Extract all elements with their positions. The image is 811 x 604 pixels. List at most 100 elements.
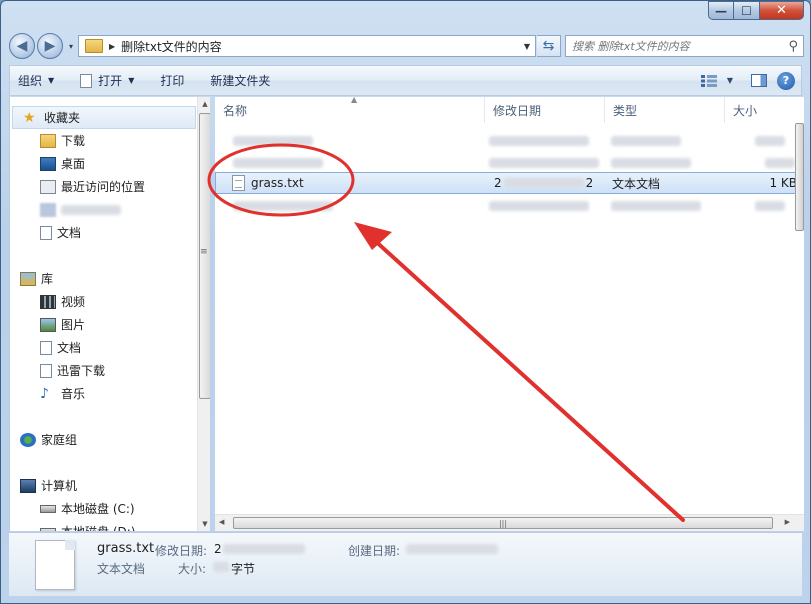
chevron-down-icon: ▼ (48, 76, 55, 85)
file-name: grass.txt (251, 176, 304, 190)
sidebar-favorites[interactable]: ★ 收藏夹 (12, 106, 196, 129)
sidebar-item-library-documents[interactable]: 文档 (10, 336, 198, 359)
sidebar-item-downloads[interactable]: 下载 (10, 129, 198, 152)
column-header-size[interactable]: 大小 (725, 97, 804, 123)
file-date-prefix: 2 (494, 176, 502, 190)
open-label: 打开 (98, 74, 123, 88)
sidebar-item-label: 本地磁盘 (D:) (61, 523, 135, 531)
details-size-unit: 字节 (231, 562, 256, 576)
navigation-tree: ★ 收藏夹 下载 桌面 最近访问的位置 文档 库 视频 图片 文档 迅雷下载 ♪… (10, 97, 198, 531)
details-modified-value: 2 (214, 542, 222, 556)
details-size-label: 大小: (178, 562, 207, 576)
scroll-right-arrow-icon[interactable]: ▶ (785, 518, 790, 526)
scroll-down-arrow-icon[interactable]: ▼ (200, 520, 210, 528)
blurred-created-date (406, 544, 498, 554)
sidebar-item-drive-d[interactable]: 本地磁盘 (D:) (10, 520, 198, 531)
address-bar[interactable]: ▶ 删除txt文件的内容 ▼ (78, 35, 536, 57)
star-icon: ★ (23, 109, 36, 126)
minimize-button[interactable]: — (708, 1, 734, 20)
chevron-down-icon[interactable]: ▼ (128, 76, 134, 85)
hard-drive-icon (40, 527, 56, 531)
recent-pages-dropdown-icon[interactable]: ▾ (65, 42, 77, 51)
sidebar-item-desktop[interactable]: 桌面 (10, 152, 198, 175)
blurred-modified-date (223, 544, 305, 554)
file-type-cell: 文本文档 (612, 176, 661, 191)
column-header-date[interactable]: 修改日期 (485, 97, 605, 123)
desktop-icon (40, 156, 56, 171)
list-item[interactable] (215, 130, 804, 152)
details-file-name: grass.txt (97, 541, 155, 556)
text-file-icon (232, 175, 245, 191)
file-list-vertical-scrollbar[interactable] (795, 123, 804, 231)
sidebar-item-pictures[interactable]: 图片 (10, 313, 198, 336)
organize-label: 组织 (18, 74, 43, 88)
file-list-horizontal-scrollbar[interactable]: ◀ ||| ▶ (215, 514, 804, 531)
sidebar-homegroup[interactable]: 家庭组 (10, 428, 198, 451)
folder-icon (85, 39, 103, 53)
preview-pane-icon[interactable] (751, 74, 767, 87)
refresh-icon: ⇆ (542, 38, 555, 54)
help-icon[interactable]: ? (777, 71, 795, 90)
search-input[interactable] (572, 39, 772, 53)
list-item[interactable] (215, 195, 804, 217)
computer-icon (20, 478, 36, 493)
document-icon (40, 225, 52, 240)
maximize-button[interactable]: ☐ (734, 1, 760, 20)
sidebar-item-blurred[interactable] (10, 198, 198, 221)
blurred-type (611, 201, 701, 211)
sidebar-item-videos[interactable]: 视频 (10, 290, 198, 313)
picture-icon (40, 317, 56, 332)
hard-drive-icon (40, 504, 56, 513)
details-pane: grass.txt 修改日期: 2 创建日期: 文本文档 大小: 字节 (9, 532, 802, 596)
recent-places-icon (40, 179, 56, 194)
blurred-item-icon (40, 202, 56, 217)
blurred-date (489, 201, 589, 211)
column-header-name[interactable]: 名称 (215, 97, 485, 123)
details-modified-label: 修改日期: (155, 544, 208, 558)
print-button[interactable]: 打印 (142, 66, 192, 95)
blurred-size (765, 158, 795, 168)
refresh-button[interactable]: ⇆ (537, 35, 561, 57)
search-icon[interactable]: ⚲ (788, 39, 798, 54)
command-bar: 组织 ▼ 打开 ▼ 打印 新建文件夹 ▼ ? (9, 65, 802, 96)
list-item[interactable] (215, 152, 804, 174)
scroll-left-arrow-icon[interactable]: ◀ (219, 518, 224, 526)
forward-button[interactable]: ▶ (37, 33, 63, 59)
sidebar-item-music[interactable]: ♪ 音乐 (10, 382, 198, 405)
organize-menu-button[interactable]: 组织 ▼ (10, 66, 62, 95)
sidebar-item-recent-places[interactable]: 最近访问的位置 (10, 175, 198, 198)
navigation-scrollbar[interactable]: ▲ ≡ ▼ (197, 97, 210, 531)
navigation-pane: ★ 收藏夹 下载 桌面 最近访问的位置 文档 库 视频 图片 文档 迅雷下载 ♪… (9, 97, 210, 531)
breadcrumb-current-folder[interactable]: 删除txt文件的内容 (121, 38, 222, 55)
file-size-cell: 1 KB (769, 176, 797, 190)
change-view-button[interactable]: ▼ (693, 74, 741, 87)
new-folder-button[interactable]: 新建文件夹 (192, 66, 278, 95)
sidebar-favorites-label: 收藏夹 (44, 111, 81, 125)
back-button[interactable]: ◀ (9, 33, 35, 59)
column-headers: ▲ 名称 修改日期 类型 大小 (215, 97, 804, 123)
blurred-name (233, 158, 323, 168)
sidebar-computer[interactable]: 计算机 (10, 474, 198, 497)
file-name-cell[interactable]: grass.txt (216, 172, 486, 194)
blurred-type (611, 136, 681, 146)
document-icon (40, 340, 52, 355)
blurred-name (233, 201, 333, 211)
music-note-icon: ♪ (40, 385, 49, 402)
sidebar-item-label: 迅雷下载 (57, 364, 106, 378)
details-created-label: 创建日期: (348, 544, 401, 558)
sidebar-libraries[interactable]: 库 (10, 267, 198, 290)
column-header-type[interactable]: 类型 (605, 97, 725, 123)
file-row-grass-txt[interactable]: grass.txt 2 2 文本文档 1 KB (215, 172, 804, 194)
scroll-up-arrow-icon[interactable]: ▲ (200, 100, 210, 108)
open-button[interactable]: 打开 ▼ (62, 66, 142, 95)
breadcrumb-arrow-icon[interactable]: ▶ (109, 42, 115, 51)
sidebar-item-documents[interactable]: 文档 (10, 221, 198, 244)
close-button[interactable]: ✕ (760, 1, 804, 20)
blurred-size (213, 562, 229, 572)
sidebar-item-drive-c[interactable]: 本地磁盘 (C:) (10, 497, 198, 520)
address-history-dropdown-icon[interactable]: ▼ (524, 42, 530, 51)
search-box[interactable]: ⚲ (565, 35, 804, 57)
sidebar-item-thunder-downloads[interactable]: 迅雷下载 (10, 359, 198, 382)
scrollbar-thumb[interactable]: ||| (233, 517, 773, 529)
sidebar-item-label: 本地磁盘 (C:) (61, 502, 135, 516)
